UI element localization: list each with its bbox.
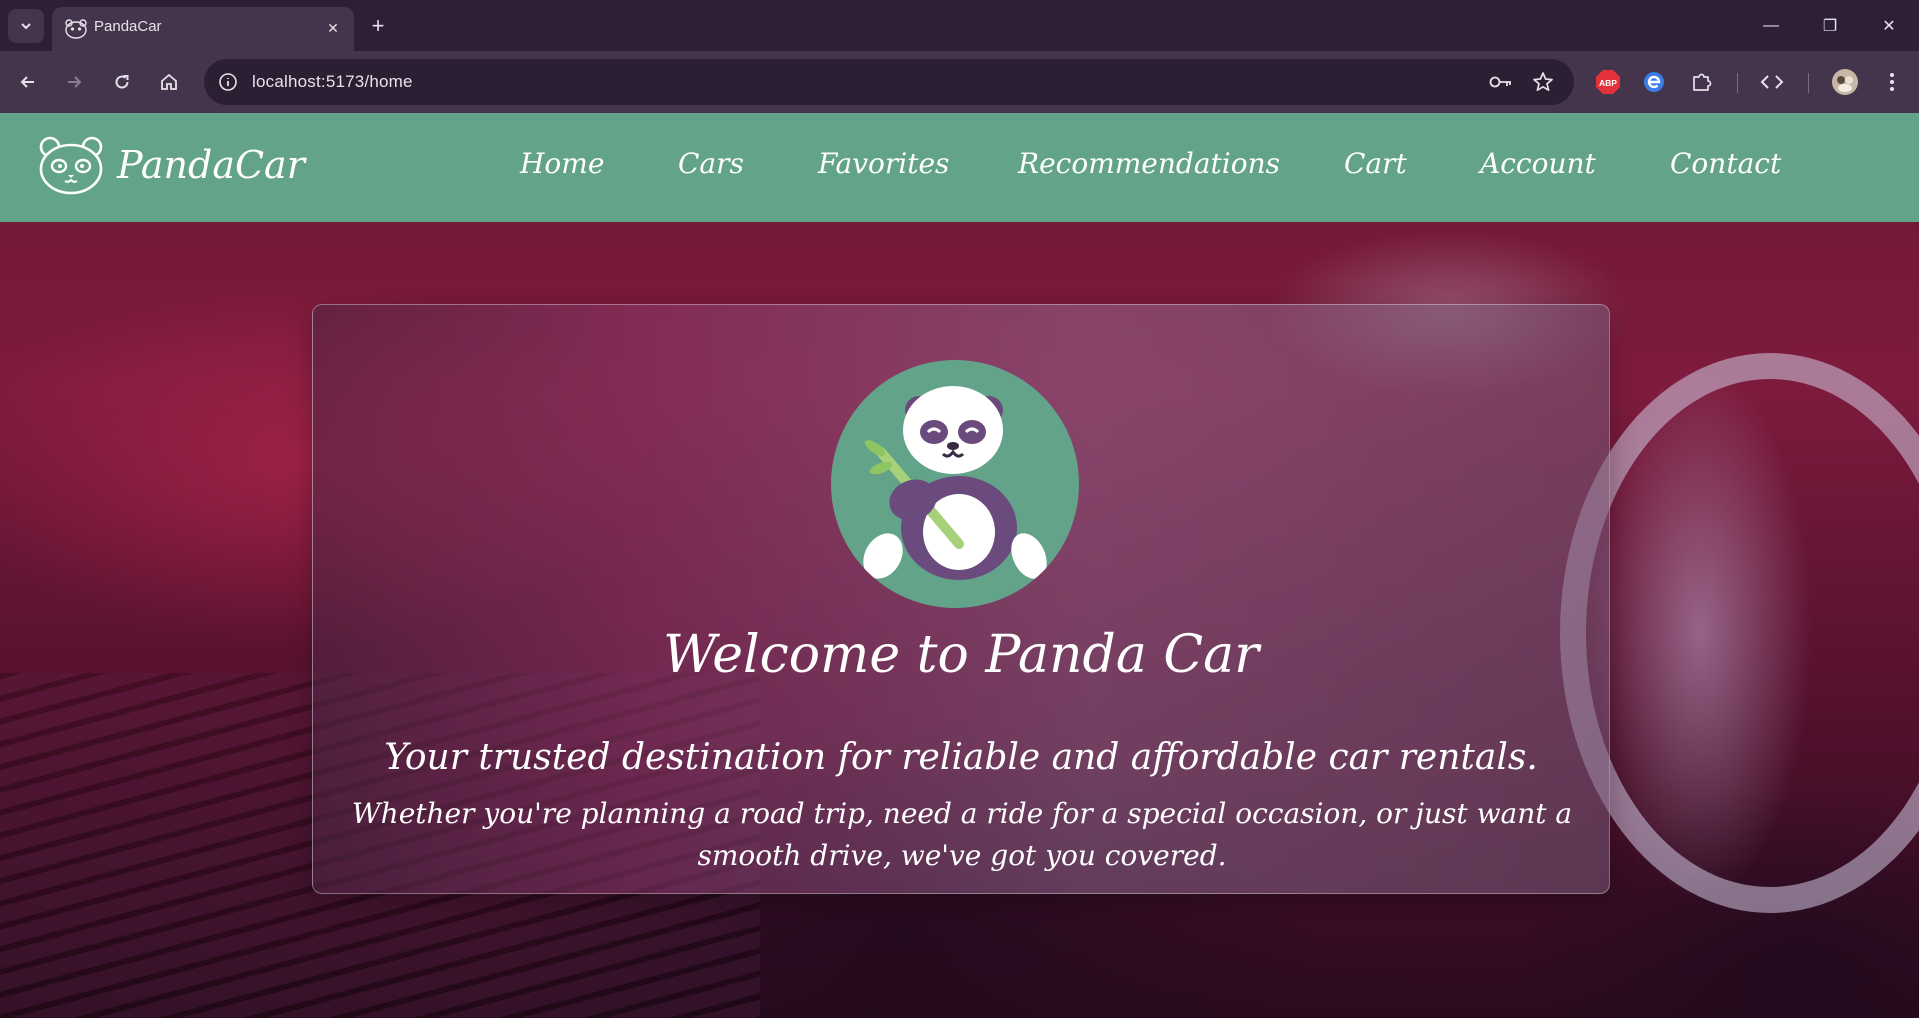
- panda-logo-icon: [39, 136, 103, 195]
- bookmark-star-icon[interactable]: [1530, 70, 1556, 94]
- nav-link-favorites[interactable]: Favorites: [818, 147, 949, 180]
- welcome-heading: Welcome to Panda Car: [663, 625, 1259, 685]
- address-bar[interactable]: localhost:5173/home: [204, 59, 1574, 105]
- nav-link-contact[interactable]: Contact: [1670, 147, 1781, 180]
- kebab-menu-icon[interactable]: [1878, 68, 1906, 96]
- back-icon[interactable]: [12, 66, 44, 98]
- site-info-icon[interactable]: [218, 72, 238, 92]
- adblock-icon[interactable]: ABP: [1594, 68, 1622, 96]
- nav-link-account[interactable]: Account: [1480, 147, 1596, 180]
- password-key-icon[interactable]: [1488, 70, 1514, 94]
- nav-link-recommendations[interactable]: Recommendations: [1018, 147, 1280, 180]
- profile-avatar-icon[interactable]: [1831, 68, 1859, 96]
- close-window-button[interactable]: ✕: [1869, 12, 1909, 40]
- active-tab[interactable]: PandaCar ✕: [52, 7, 354, 51]
- nav-link-cars[interactable]: Cars: [678, 147, 744, 180]
- restore-button[interactable]: ❐: [1810, 12, 1850, 40]
- welcome-card: Welcome to Panda Car Your trusted destin…: [312, 304, 1610, 894]
- toolbar-divider: [1808, 73, 1809, 93]
- toolbar-divider: [1737, 73, 1738, 93]
- svg-text:ABP: ABP: [1599, 78, 1617, 88]
- new-tab-icon[interactable]: +: [364, 12, 392, 40]
- site-navbar: PandaCar Home Cars Favorites Recommendat…: [0, 113, 1919, 222]
- brand-name: PandaCar: [117, 143, 305, 187]
- chevron-down-icon: [21, 23, 31, 30]
- minimize-button[interactable]: —: [1751, 12, 1791, 40]
- web-page: PandaCar Home Cars Favorites Recommendat…: [0, 113, 1919, 1018]
- nav-link-cart[interactable]: Cart: [1344, 147, 1407, 180]
- devtools-icon[interactable]: [1758, 68, 1786, 96]
- reload-icon[interactable]: [106, 66, 138, 98]
- panda-mascot-image: [831, 360, 1079, 608]
- url-text: localhost:5173/home: [252, 72, 413, 91]
- close-tab-icon[interactable]: ✕: [322, 18, 344, 40]
- home-icon[interactable]: [153, 66, 185, 98]
- brand-link[interactable]: PandaCar: [37, 135, 305, 195]
- tagline-text: Your trusted destination for reliable an…: [384, 737, 1538, 778]
- browser-tab-bar: PandaCar ✕ + — ❐ ✕: [0, 0, 1919, 51]
- browser-toolbar: localhost:5173/home ABP: [0, 51, 1919, 113]
- puzzle-extensions-icon[interactable]: [1688, 68, 1716, 96]
- nav-link-home[interactable]: Home: [520, 147, 604, 180]
- tab-title: PandaCar: [94, 18, 162, 35]
- tab-list-button[interactable]: [8, 9, 44, 43]
- forward-icon[interactable]: [58, 66, 90, 98]
- extension-e-icon[interactable]: [1640, 68, 1668, 96]
- panda-mascot-icon: [863, 386, 1047, 580]
- description-text: Whether you're planning a road trip, nee…: [351, 797, 1573, 872]
- panda-favicon: [65, 19, 87, 39]
